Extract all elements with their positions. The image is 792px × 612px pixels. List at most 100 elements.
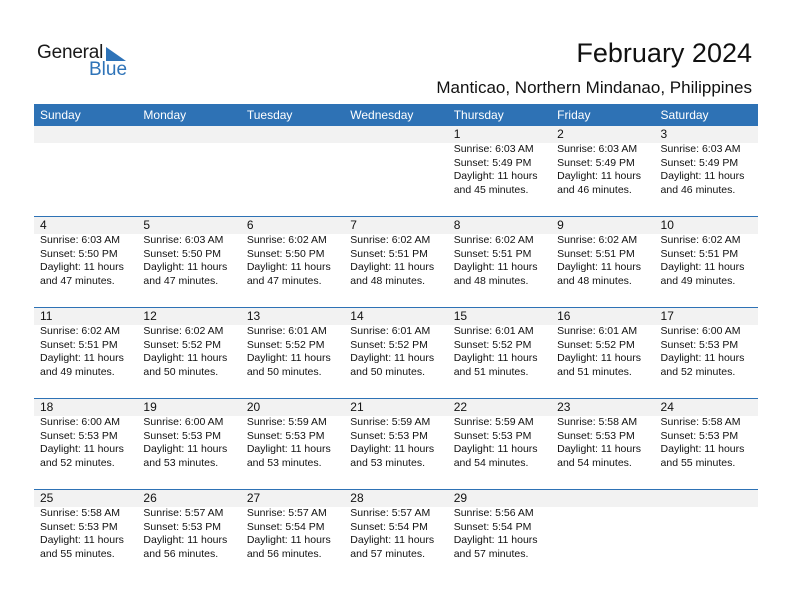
day-cell: 14 Sunrise: 6:01 AM Sunset: 5:52 PM Dayligh… — [344, 308, 447, 379]
daylight-text: Daylight: 11 hours — [40, 261, 124, 273]
daylight-text: Daylight: 11 hours — [660, 443, 745, 455]
day-cell: 29 Sunrise: 5:56 AM Sunset: 5:54 PM Dayligh… — [448, 490, 551, 561]
daylight-text: Daylight: 11 hours — [557, 352, 641, 364]
sunset-text: Sunset: 5:50 PM — [40, 247, 118, 260]
week-row: 4 Sunrise: 6:03 AM Sunset: 5:50 PM Daylight… — [34, 217, 758, 288]
daylight-minutes-text: and 52 minutes. — [660, 365, 736, 378]
day-cell: 13 Sunrise: 6:01 AM Sunset: 5:52 PM Dayligh… — [241, 308, 344, 379]
daylight-text: Daylight: 11 hours — [350, 443, 435, 455]
calendar-week: 25 Sunrise: 5:58 AM Sunset: 5:53 PM Dayligh… — [34, 489, 758, 580]
sunset-text: Sunset: 5:53 PM — [246, 429, 325, 442]
daylight-minutes-text: and 50 minutes. — [246, 365, 322, 378]
weekday-monday: Monday — [143, 108, 187, 122]
day-number: 24 — [660, 400, 674, 414]
day-number: 12 — [143, 309, 157, 323]
sunset-text: Sunset: 5:53 PM — [40, 520, 118, 533]
daylight-text: Daylight: 11 hours — [453, 170, 538, 182]
week-row: 25 Sunrise: 5:58 AM Sunset: 5:53 PM Dayligh… — [34, 490, 758, 561]
day-number: 26 — [143, 491, 157, 505]
sunset-text: Sunset: 5:49 PM — [453, 156, 532, 169]
sunrise-text: Sunrise: 5:56 AM — [453, 507, 534, 519]
sunrise-text: Sunrise: 6:03 AM — [143, 234, 224, 246]
sunrise-text: Sunrise: 6:02 AM — [660, 234, 741, 246]
day-number: 11 — [40, 309, 53, 323]
day-cell: 2 Sunrise: 6:03 AM Sunset: 5:49 PM Daylight… — [551, 126, 654, 197]
day-cell: 4 Sunrise: 6:03 AM Sunset: 5:50 PM Daylight… — [34, 217, 137, 288]
empty-day-cell — [551, 490, 654, 561]
day-number: 28 — [350, 491, 364, 505]
sunrise-text: Sunrise: 6:03 AM — [557, 143, 638, 155]
daylight-minutes-text: and 46 minutes. — [557, 183, 632, 196]
sunrise-text: Sunrise: 6:03 AM — [660, 143, 741, 155]
day-cell: 23 Sunrise: 5:58 AM Sunset: 5:53 PM Dayligh… — [551, 399, 654, 470]
day-number: 18 — [40, 400, 54, 414]
daylight-text: Daylight: 11 hours — [246, 534, 331, 546]
calendar-week: 18 Sunrise: 6:00 AM Sunset: 5:53 PM Dayligh… — [34, 398, 758, 489]
week-row: 18 Sunrise: 6:00 AM Sunset: 5:53 PM Dayligh… — [34, 399, 758, 470]
sunrise-text: Sunrise: 6:01 AM — [350, 325, 431, 337]
sunrise-text: Sunrise: 6:00 AM — [660, 325, 741, 337]
sunset-text: Sunset: 5:53 PM — [143, 520, 222, 533]
day-cell: 16 Sunrise: 6:01 AM Sunset: 5:52 PM Dayligh… — [551, 308, 654, 379]
sunrise-text: Sunrise: 5:57 AM — [246, 507, 327, 519]
weekday-tuesday: Tuesday — [246, 108, 293, 122]
daylight-minutes-text: and 46 minutes. — [660, 183, 736, 196]
daylight-minutes-text: and 56 minutes. — [246, 547, 322, 560]
sunset-text: Sunset: 5:53 PM — [453, 429, 532, 442]
weekday-saturday: Saturday — [660, 108, 709, 122]
daylight-minutes-text: and 47 minutes. — [143, 274, 219, 287]
daylight-minutes-text: and 47 minutes. — [40, 274, 115, 287]
calendar-week: 1 Sunrise: 6:03 AM Sunset: 5:49 PM Daylight… — [34, 126, 758, 216]
weekday-sunday: Sunday — [40, 108, 81, 122]
day-number: 22 — [453, 400, 468, 414]
sunrise-text: Sunrise: 5:58 AM — [557, 416, 638, 428]
sunrise-text: Sunrise: 6:02 AM — [557, 234, 638, 246]
day-number: 20 — [246, 400, 261, 414]
day-cell: 26 Sunrise: 5:57 AM Sunset: 5:53 PM Dayligh… — [137, 490, 240, 561]
daylight-minutes-text: and 57 minutes. — [350, 547, 425, 560]
day-number: 27 — [246, 491, 261, 505]
daylight-minutes-text: and 50 minutes. — [350, 365, 425, 378]
sunset-text: Sunset: 5:53 PM — [40, 429, 118, 442]
daylight-text: Daylight: 11 hours — [350, 261, 435, 273]
sunrise-text: Sunrise: 6:02 AM — [350, 234, 431, 246]
sunset-text: Sunset: 5:53 PM — [557, 429, 635, 442]
sunset-text: Sunset: 5:54 PM — [350, 520, 428, 533]
daylight-text: Daylight: 11 hours — [660, 261, 745, 273]
day-cell: 7 Sunrise: 6:02 AM Sunset: 5:51 PM Daylight… — [344, 217, 447, 288]
location-subtitle: Manticao, Northern Mindanao, Philippines — [436, 78, 752, 97]
daylight-minutes-text: and 57 minutes. — [453, 547, 529, 560]
day-number: 19 — [143, 400, 157, 414]
sunset-text: Sunset: 5:49 PM — [557, 156, 635, 169]
empty-day-cell — [655, 490, 758, 561]
sunset-text: Sunset: 5:53 PM — [350, 429, 428, 442]
day-number: 2 — [557, 127, 564, 141]
day-number: 13 — [246, 309, 261, 323]
calendar-grid: Sunday Monday Tuesday Wednesday Thursday… — [34, 104, 758, 580]
daylight-minutes-text: and 53 minutes. — [246, 456, 322, 469]
calendar-week: 4 Sunrise: 6:03 AM Sunset: 5:50 PM Daylight… — [34, 216, 758, 307]
daylight-text: Daylight: 11 hours — [453, 534, 538, 546]
day-cell: 24 Sunrise: 5:58 AM Sunset: 5:53 PM Dayligh… — [655, 399, 758, 470]
sunset-text: Sunset: 5:54 PM — [246, 520, 325, 533]
daylight-minutes-text: and 56 minutes. — [143, 547, 219, 560]
daylight-minutes-text: and 53 minutes. — [350, 456, 425, 469]
sunrise-text: Sunrise: 5:59 AM — [453, 416, 534, 428]
day-cell: 15 Sunrise: 6:01 AM Sunset: 5:52 PM Dayligh… — [448, 308, 551, 379]
sunset-text: Sunset: 5:53 PM — [660, 338, 739, 351]
daylight-minutes-text: and 54 minutes. — [557, 456, 632, 469]
day-number: 15 — [453, 309, 468, 323]
day-cell: 3 Sunrise: 6:03 AM Sunset: 5:49 PM Daylight… — [655, 126, 758, 197]
sunrise-text: Sunrise: 6:01 AM — [453, 325, 534, 337]
daylight-text: Daylight: 11 hours — [453, 352, 538, 364]
weekday-header-row: Sunday Monday Tuesday Wednesday Thursday… — [34, 104, 758, 126]
day-number: 9 — [557, 218, 564, 232]
day-number: 6 — [246, 218, 254, 232]
sunset-text: Sunset: 5:50 PM — [143, 247, 222, 260]
daylight-text: Daylight: 11 hours — [660, 352, 745, 364]
sunset-text: Sunset: 5:52 PM — [143, 338, 222, 351]
daylight-text: Daylight: 11 hours — [557, 170, 641, 182]
daylight-text: Daylight: 11 hours — [453, 261, 538, 273]
sunrise-text: Sunrise: 5:57 AM — [143, 507, 224, 519]
daylight-text: Daylight: 11 hours — [40, 534, 124, 546]
